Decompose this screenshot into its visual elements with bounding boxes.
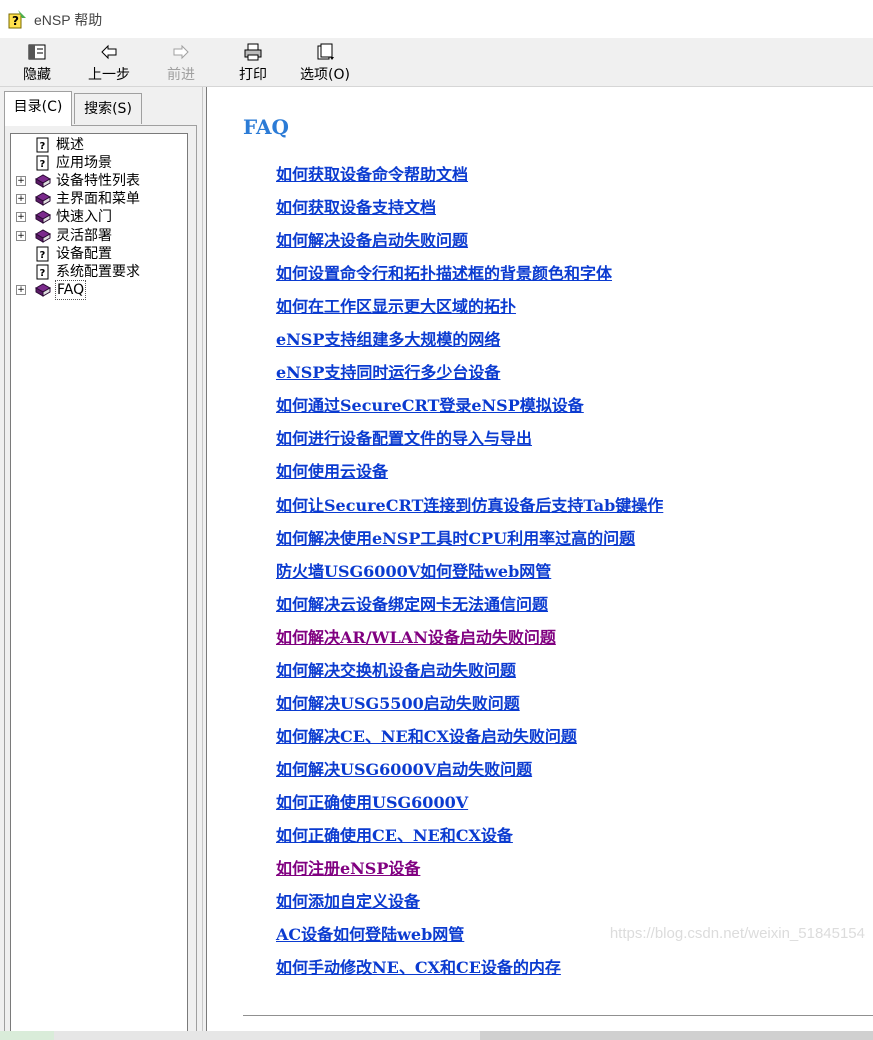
print-button[interactable]: 打印 bbox=[232, 38, 274, 86]
book-icon bbox=[35, 283, 51, 297]
page-title: FAQ bbox=[243, 115, 289, 139]
printer-icon bbox=[244, 43, 262, 61]
tree-item-label: 灵活部署 bbox=[56, 227, 112, 244]
options-icon bbox=[317, 43, 334, 60]
faq-link[interactable]: 如何在工作区显示更大区域的拓扑 bbox=[276, 293, 516, 317]
expand-icon[interactable]: + bbox=[16, 284, 26, 295]
tree-item[interactable]: + 快速入门 bbox=[11, 208, 187, 226]
faq-link[interactable]: 如何解决AR/WLAN设备启动失败问题 bbox=[276, 624, 556, 648]
faq-link[interactable]: 如何解决交换机设备启动失败问题 bbox=[276, 657, 516, 681]
faq-link[interactable]: 如何解决CE、NE和CX设备启动失败问题 bbox=[276, 723, 577, 747]
faq-link[interactable]: 如何正确使用USG6000V bbox=[276, 789, 468, 813]
tree-item[interactable]: ? 概述 bbox=[11, 136, 187, 154]
help-content: FAQ 如何获取设备命令帮助文档 如何获取设备支持文档 如何解决设备启动失败问题 如何… bbox=[206, 87, 873, 1040]
title-bar: ? eNSP 帮助 bbox=[0, 0, 873, 39]
faq-link[interactable]: 如何手动修改NE、CX和CE设备的内存 bbox=[276, 954, 561, 978]
faq-link[interactable]: 如何使用云设备 bbox=[276, 458, 388, 482]
faq-link[interactable]: 如何解决设备启动失败问题 bbox=[276, 227, 468, 251]
status-bar bbox=[0, 1031, 873, 1040]
hide-pane-icon bbox=[28, 44, 46, 60]
status-segment bbox=[0, 1031, 54, 1040]
faq-link[interactable]: 如何通过SecureCRT登录eNSP模拟设备 bbox=[276, 392, 584, 416]
window-title: eNSP 帮助 bbox=[34, 12, 103, 28]
faq-link[interactable]: 如何设置命令行和拓扑描述框的背景颜色和字体 bbox=[276, 260, 612, 284]
faq-link[interactable]: 如何获取设备支持文档 bbox=[276, 194, 436, 218]
svg-text:?: ? bbox=[40, 159, 46, 170]
tree-item[interactable]: ? 应用场景 bbox=[11, 154, 187, 172]
tree-item-label: 系统配置要求 bbox=[56, 263, 140, 280]
tree-item[interactable]: ? 设备配置 bbox=[11, 245, 187, 263]
book-icon bbox=[35, 210, 51, 225]
tree-item-label: 主界面和菜单 bbox=[56, 191, 140, 208]
tree-item[interactable]: + 灵活部署 bbox=[11, 227, 187, 245]
book-icon bbox=[35, 192, 51, 207]
svg-text:?: ? bbox=[40, 250, 46, 261]
tab-contents[interactable]: 目录(C) bbox=[4, 91, 72, 126]
watermark: https://blog.csdn.net/weixin_51845154 bbox=[609, 925, 865, 942]
faq-link[interactable]: AC设备如何登陆web网管 bbox=[276, 921, 464, 945]
tree-item-label: 概述 bbox=[56, 137, 84, 153]
options-button[interactable]: 选项(O) bbox=[296, 38, 354, 86]
tree-item-label: FAQ bbox=[54, 279, 87, 300]
tree-item[interactable]: ? 系统配置要求 bbox=[11, 263, 187, 281]
toolbar: 隐藏 上一步 前进 打印 选项(O) bbox=[0, 38, 873, 87]
faq-link[interactable]: eNSP支持同时运行多少台设备 bbox=[276, 359, 500, 383]
tree-item-label: 设备配置 bbox=[56, 245, 112, 262]
book-icon bbox=[35, 228, 51, 243]
back-button[interactable]: 上一步 bbox=[84, 38, 134, 86]
faq-link[interactable]: 如何注册eNSP设备 bbox=[276, 855, 420, 879]
book-icon bbox=[35, 174, 51, 189]
divider bbox=[243, 1015, 873, 1016]
tree-item-label: 设备特性列表 bbox=[56, 173, 140, 190]
expand-icon[interactable]: + bbox=[16, 230, 26, 241]
navigation-pane: 目录(C) 搜索(S) ? 概述? 应用场景 + 设备特性列表 + 主界面和菜单 + 快速入门 +… bbox=[0, 87, 202, 1040]
expand-icon[interactable]: + bbox=[16, 176, 26, 187]
faq-link[interactable]: 如何添加自定义设备 bbox=[276, 888, 420, 912]
tree-item[interactable]: + 设备特性列表 bbox=[11, 172, 187, 190]
help-page-icon: ? bbox=[36, 155, 49, 171]
contents-tree[interactable]: ? 概述? 应用场景 + 设备特性列表 + 主界面和菜单 + 快速入门 + 灵活部署? 设备配置? 系统… bbox=[10, 133, 188, 1032]
tree-item-label: 应用场景 bbox=[56, 155, 112, 172]
tree-item-label: 快速入门 bbox=[56, 209, 112, 226]
hide-button[interactable]: 隐藏 bbox=[14, 38, 60, 86]
faq-link[interactable]: eNSP支持组建多大规模的网络 bbox=[276, 326, 500, 350]
faq-link[interactable]: 防火墙USG6000V如何登陆web网管 bbox=[276, 558, 551, 582]
expand-icon[interactable]: + bbox=[16, 194, 26, 205]
svg-text:?: ? bbox=[12, 14, 19, 28]
faq-link[interactable]: 如何进行设备配置文件的导入与导出 bbox=[276, 425, 532, 449]
svg-text:?: ? bbox=[40, 141, 46, 152]
help-app-icon: ? bbox=[8, 10, 26, 29]
status-segment bbox=[480, 1031, 873, 1040]
forward-button[interactable]: 前进 bbox=[160, 38, 202, 86]
help-page-icon: ? bbox=[36, 137, 49, 153]
faq-link[interactable]: 如何解决使用eNSP工具时CPU利用率过高的问题 bbox=[276, 525, 635, 549]
forward-arrow-icon bbox=[173, 44, 189, 60]
tree-item[interactable]: + FAQ bbox=[11, 279, 187, 300]
back-arrow-icon bbox=[101, 44, 117, 60]
expand-icon[interactable]: + bbox=[16, 212, 26, 223]
help-page-icon: ? bbox=[36, 246, 49, 262]
tab-search[interactable]: 搜索(S) bbox=[74, 93, 142, 124]
faq-link[interactable]: 如何解决USG5500启动失败问题 bbox=[276, 690, 520, 714]
faq-link[interactable]: 如何让SecureCRT连接到仿真设备后支持Tab键操作 bbox=[276, 492, 663, 516]
faq-link[interactable]: 如何正确使用CE、NE和CX设备 bbox=[276, 822, 513, 846]
svg-text:?: ? bbox=[40, 268, 46, 279]
tree-item[interactable]: + 主界面和菜单 bbox=[11, 190, 187, 208]
faq-link[interactable]: 如何解决USG6000V启动失败问题 bbox=[276, 756, 532, 780]
help-page-icon: ? bbox=[36, 264, 49, 280]
faq-link[interactable]: 如何获取设备命令帮助文档 bbox=[276, 161, 468, 185]
faq-link[interactable]: 如何解决云设备绑定网卡无法通信问题 bbox=[276, 591, 548, 615]
